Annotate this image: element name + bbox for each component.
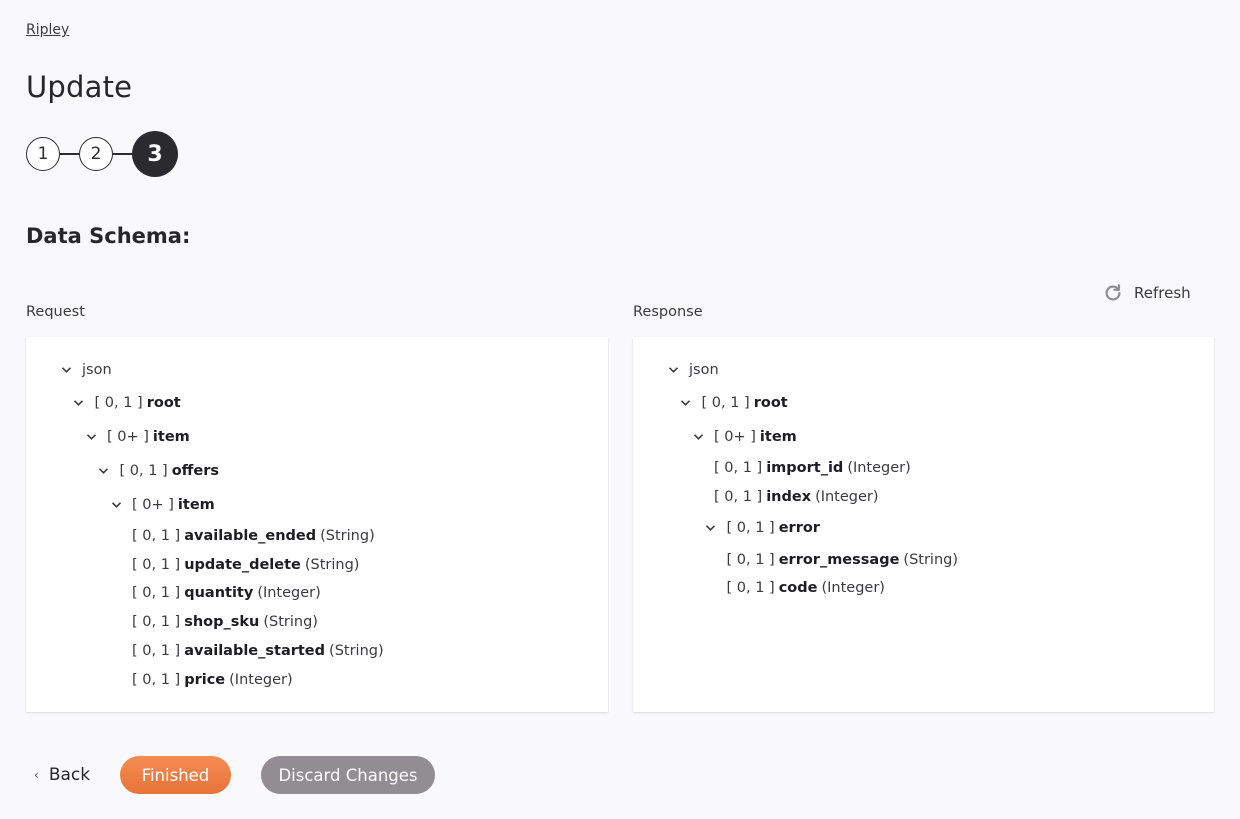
schema-node-available-started: [ 0, 1 ] available_started (String)	[132, 640, 384, 662]
schema-node-offers[interactable]: [ 0, 1 ] offers	[98, 460, 224, 482]
cardinality: [ 0, 1 ]	[726, 520, 775, 536]
breadcrumb-link[interactable]: Ripley	[26, 22, 69, 38]
cardinality: [ 0+ ]	[132, 497, 174, 513]
node-name: error_message	[778, 552, 900, 568]
node-name: update_delete	[184, 557, 301, 573]
node-type: (String)	[903, 552, 958, 568]
node-name: item	[152, 429, 190, 445]
finished-button[interactable]: Finished	[120, 756, 231, 794]
cardinality: [ 0, 1 ]	[714, 489, 763, 505]
schema-node-item[interactable]: [ 0+ ] item	[85, 426, 194, 448]
node-name: available_ended	[184, 528, 317, 544]
node-type: (Integer)	[815, 489, 879, 505]
cardinality: [ 0, 1 ]	[726, 580, 775, 596]
cardinality: [ 0, 1 ]	[132, 528, 181, 544]
node-type: (String)	[263, 614, 318, 630]
node-name: root	[753, 395, 788, 411]
section-title: Data Schema:	[26, 224, 191, 248]
step-3-active: 3	[132, 131, 178, 177]
schema-node-index: [ 0, 1 ] index (Integer)	[714, 486, 879, 508]
chevron-down-icon[interactable]	[680, 397, 692, 409]
chevron-down-icon[interactable]	[73, 397, 85, 409]
node-name: available_started	[184, 643, 326, 659]
cardinality: [ 0, 1 ]	[132, 585, 181, 601]
discard-changes-button[interactable]: Discard Changes	[261, 756, 435, 794]
response-schema-panel: json[ 0, 1 ] root[ 0+ ] item[ 0, 1 ] import…	[633, 337, 1214, 712]
step-2[interactable]: 2	[79, 137, 113, 171]
chevron-down-icon[interactable]	[60, 364, 72, 376]
request-schema-panel: json[ 0, 1 ] root[ 0+ ] item[ 0, 1 ] offers…	[26, 337, 608, 712]
page-title: Update	[26, 70, 133, 104]
cardinality: [ 0, 1 ]	[701, 395, 750, 411]
response-label: Response	[633, 304, 703, 320]
chevron-down-icon[interactable]	[667, 364, 679, 376]
schema-node-available-ended: [ 0, 1 ] available_ended (String)	[132, 525, 375, 547]
schema-node-root[interactable]: [ 0, 1 ] root	[680, 392, 792, 414]
back-button[interactable]: ‹ Back	[34, 756, 90, 794]
node-name: index	[766, 489, 812, 505]
step-1[interactable]: 1	[26, 137, 60, 171]
node-type: (String)	[329, 643, 384, 659]
schema-node-json[interactable]: json	[667, 359, 719, 381]
cardinality: [ 0, 1 ]	[714, 460, 763, 476]
schema-node-code: [ 0, 1 ] code (Integer)	[727, 577, 885, 599]
refresh-button[interactable]: Refresh	[1102, 282, 1191, 304]
cardinality: [ 0, 1 ]	[132, 557, 181, 573]
node-type: (Integer)	[847, 460, 911, 476]
schema-node-quantity: [ 0, 1 ] quantity (Integer)	[132, 582, 321, 604]
node-name: error	[778, 520, 820, 536]
chevron-down-icon[interactable]	[98, 465, 110, 477]
schema-node-item[interactable]: [ 0+ ] item	[110, 494, 219, 516]
schema-node-shop-sku: [ 0, 1 ] shop_sku (String)	[132, 611, 318, 633]
node-type: (Integer)	[229, 672, 293, 688]
cardinality: [ 0+ ]	[714, 429, 756, 445]
chevron-down-icon[interactable]	[85, 431, 97, 443]
step-connector	[113, 153, 132, 155]
schema-node-item[interactable]: [ 0+ ] item	[692, 426, 801, 448]
node-name: quantity	[184, 585, 254, 601]
cardinality: [ 0, 1 ]	[119, 463, 168, 479]
cardinality: [ 0, 1 ]	[726, 552, 775, 568]
chevron-down-icon[interactable]	[705, 522, 717, 534]
footer: ‹ Back Finished Discard Changes	[0, 756, 1240, 794]
schema-node-error-message: [ 0, 1 ] error_message (String)	[727, 549, 959, 571]
node-type: (Integer)	[257, 585, 321, 601]
chevron-left-icon: ‹	[34, 768, 39, 782]
node-type: (String)	[320, 528, 375, 544]
schema-node-json[interactable]: json	[60, 359, 112, 381]
node-name: shop_sku	[184, 614, 260, 630]
refresh-icon	[1105, 284, 1121, 301]
cardinality: [ 0, 1 ]	[94, 395, 143, 411]
back-label: Back	[48, 765, 91, 785]
node-name: item	[177, 497, 215, 513]
schema-node-update-delete: [ 0, 1 ] update_delete (String)	[132, 554, 359, 576]
node-name: json	[689, 362, 719, 378]
schema-node-price: [ 0, 1 ] price (Integer)	[132, 669, 293, 691]
request-label: Request	[26, 304, 85, 320]
cardinality: [ 0, 1 ]	[132, 643, 181, 659]
cardinality: [ 0+ ]	[107, 429, 149, 445]
cardinality: [ 0, 1 ]	[132, 614, 181, 630]
chevron-down-icon[interactable]	[692, 431, 704, 443]
schema-node-error[interactable]: [ 0, 1 ] error	[705, 517, 824, 539]
node-name: import_id	[766, 460, 844, 476]
node-name: json	[82, 362, 112, 378]
node-name: offers	[171, 463, 220, 479]
stepper: 1 2 3	[26, 131, 178, 177]
schema-node-root[interactable]: [ 0, 1 ] root	[73, 392, 185, 414]
node-name: price	[184, 672, 226, 688]
node-name: item	[759, 429, 797, 445]
refresh-label: Refresh	[1134, 284, 1191, 302]
cardinality: [ 0, 1 ]	[132, 672, 181, 688]
schema-node-import-id: [ 0, 1 ] import_id (Integer)	[714, 457, 911, 479]
step-connector	[60, 153, 79, 155]
node-name: code	[778, 580, 818, 596]
chevron-down-icon[interactable]	[110, 499, 122, 511]
node-name: root	[146, 395, 181, 411]
node-type: (Integer)	[821, 580, 885, 596]
node-type: (String)	[304, 557, 360, 573]
